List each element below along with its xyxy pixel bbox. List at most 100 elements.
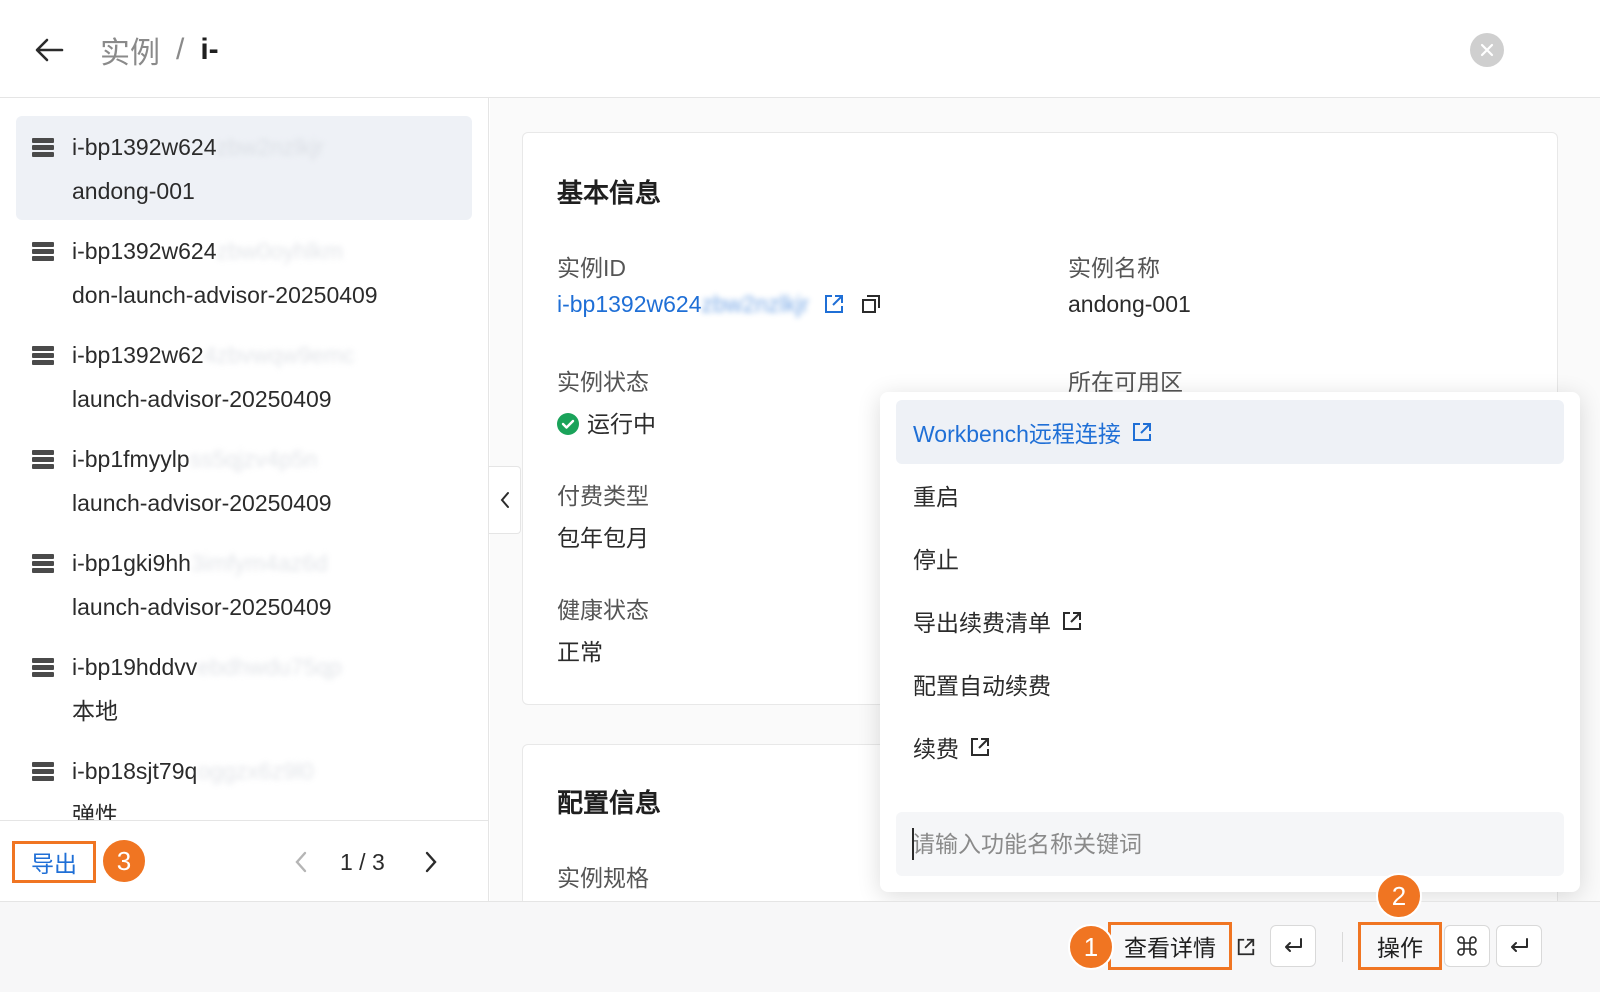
menu-search-input[interactable] xyxy=(896,812,1564,876)
instance-id: i-bp19hddvvebdhwdu75qp xyxy=(72,650,472,684)
instance-name-value: andong-001 xyxy=(1068,291,1191,317)
instance-id: i-bp1392w624zbw2nzlkjr xyxy=(72,130,472,164)
spec-label: 实例规格 xyxy=(557,865,649,891)
action-menu: 续费 配置自动续费 导出续费清单 停止 重启 Workbench远程连接 xyxy=(880,392,1580,892)
instance-name: don-launch-advisor-20250409 xyxy=(72,282,378,308)
instance-name: 弹性 xyxy=(72,802,118,822)
instance-id: i-bp1392w624zbvwqw9emc xyxy=(72,338,472,372)
external-link-icon[interactable] xyxy=(823,293,845,315)
pager-prev-icon[interactable] xyxy=(290,847,312,877)
instance-list: i-bp1392w624zbw2nzlkjr andong-001 i-bp1392… xyxy=(16,116,472,822)
external-link-icon xyxy=(1237,938,1255,956)
server-icon xyxy=(32,242,54,262)
external-link-icon xyxy=(971,738,989,756)
instance-id: i-bp1fmyylpss5qjzv4p5n xyxy=(72,442,472,476)
server-icon xyxy=(32,762,54,782)
export-button[interactable]: 导出 xyxy=(12,841,96,883)
instance-name: 本地 xyxy=(72,698,118,724)
enter-key-hint xyxy=(1496,925,1542,967)
enter-key-icon xyxy=(1285,938,1302,952)
command-key-icon xyxy=(1457,936,1477,956)
menu-item-label: Workbench远程连接 xyxy=(913,421,1121,447)
instance-list-panel: i-bp1392w624zbw2nzlkjr andong-001 i-bp1392… xyxy=(0,98,489,901)
config-info-title: 配置信息 xyxy=(557,788,662,818)
pager-text: 1 / 3 xyxy=(340,849,385,875)
instance-id-value: i-bp1392w624zbw2nzlkjr xyxy=(557,291,882,318)
instance-id-blurred: zbw2nzlkjr xyxy=(216,134,324,160)
pager-next-icon[interactable] xyxy=(420,847,442,877)
status-text: 运行中 xyxy=(587,411,656,437)
menu-item[interactable]: 续费 xyxy=(896,715,1564,779)
divider xyxy=(1342,932,1343,962)
collapse-panel-button[interactable] xyxy=(489,466,521,534)
instance-id-blurred: ss5qjzv4p5n xyxy=(189,446,318,472)
external-link-icon xyxy=(1132,423,1151,441)
instance-id-visible: i-bp1392w62 xyxy=(72,342,204,368)
instance-id-link[interactable]: i-bp1392w624 xyxy=(557,291,702,317)
server-icon xyxy=(32,450,54,470)
instance-list-item[interactable]: i-bp18sjt79qoggzx6z9l0 弹性 xyxy=(16,740,472,822)
instance-list-item[interactable]: i-bp1392w624zbw0oyhlkm don-launch-advisor… xyxy=(16,220,472,324)
step-badge-3: 3 xyxy=(101,838,147,884)
instance-id: i-bp18sjt79qoggzx6z9l0 xyxy=(72,754,472,788)
instance-id-label: 实例ID xyxy=(557,255,626,281)
instance-name: launch-advisor-20250409 xyxy=(72,386,332,412)
menu-item-label: 停止 xyxy=(913,547,959,573)
instance-id-visible: i-bp1392w624 xyxy=(72,134,217,160)
basic-info-title: 基本信息 xyxy=(557,178,662,208)
breadcrumb-separator: / xyxy=(176,33,185,66)
breadcrumb: 实例 / i- xyxy=(100,28,219,72)
server-icon xyxy=(32,658,54,678)
breadcrumb-current: i- xyxy=(200,33,219,66)
breadcrumb-parent[interactable]: 实例 xyxy=(100,28,160,72)
menu-item[interactable]: 导出续费清单 xyxy=(896,589,1564,653)
external-link-icon xyxy=(1063,612,1081,630)
server-icon xyxy=(32,554,54,574)
instance-id-blurred: zbw0oyhlkm xyxy=(216,238,344,264)
menu-item-label: 配置自动续费 xyxy=(913,673,1051,699)
instance-name: launch-advisor-20250409 xyxy=(72,594,332,620)
instance-name: launch-advisor-20250409 xyxy=(72,490,332,516)
instance-id-visible: i-bp1fmyylp xyxy=(72,446,190,472)
back-arrow-icon[interactable] xyxy=(32,32,68,68)
copy-icon[interactable] xyxy=(860,293,882,315)
view-details-button[interactable]: 查看详情 xyxy=(1108,922,1232,970)
instance-list-item[interactable]: i-bp1392w624zbvwqw9emc launch-advisor-202… xyxy=(16,324,472,428)
instance-id-visible: i-bp19hddvv xyxy=(72,654,198,680)
billing-label: 付费类型 xyxy=(557,483,649,509)
menu-item-label: 导出续费清单 xyxy=(913,610,1051,636)
instance-id-visible: i-bp1392w624 xyxy=(72,238,217,264)
instance-id-visible: i-bp1gki9hh xyxy=(72,550,191,576)
enter-key-icon xyxy=(1511,938,1528,952)
instance-name: andong-001 xyxy=(72,178,195,204)
instance-id-blurred: ebdhwdu75qp xyxy=(197,654,342,680)
check-circle-icon xyxy=(557,413,579,435)
instance-list-item[interactable]: i-bp19hddvvebdhwdu75qp 本地 xyxy=(16,636,472,740)
instance-id-blurred: 3imfym4az6d xyxy=(190,550,328,576)
step-badge-2: 2 xyxy=(1376,873,1422,919)
billing-value: 包年包月 xyxy=(557,525,649,551)
menu-item[interactable]: 重启 xyxy=(896,463,1564,527)
menu-item-label: 重启 xyxy=(913,484,959,510)
instance-list-item[interactable]: i-bp1gki9hh3imfym4az6d launch-advisor-202… xyxy=(16,532,472,636)
instance-id: i-bp1gki9hh3imfym4az6d xyxy=(72,546,472,580)
close-icon[interactable] xyxy=(1470,33,1504,67)
status-value: 运行中 xyxy=(557,405,656,439)
menu-item[interactable]: Workbench远程连接 xyxy=(896,400,1564,464)
menu-item[interactable]: 停止 xyxy=(896,526,1564,590)
instance-list-item[interactable]: i-bp1392w624zbw2nzlkjr andong-001 xyxy=(16,116,472,220)
instance-id: i-bp1392w624zbw0oyhlkm xyxy=(72,234,472,268)
page-header: 实例 / i- xyxy=(0,0,1600,98)
server-icon xyxy=(32,346,54,366)
actions-button[interactable]: 操作 xyxy=(1358,922,1442,970)
menu-item-label: 续费 xyxy=(913,736,959,762)
instance-id-blurred: oggzx6z9l0 xyxy=(197,758,314,784)
status-label: 实例状态 xyxy=(557,369,649,395)
step-badge-1: 1 xyxy=(1068,924,1114,970)
instance-list-item[interactable]: i-bp1fmyylpss5qjzv4p5n launch-advisor-202… xyxy=(16,428,472,532)
chevron-left-icon xyxy=(500,492,509,508)
text-cursor xyxy=(912,828,914,860)
health-label: 健康状态 xyxy=(557,597,649,623)
menu-item[interactable]: 配置自动续费 xyxy=(896,652,1564,716)
health-value: 正常 xyxy=(557,639,603,665)
